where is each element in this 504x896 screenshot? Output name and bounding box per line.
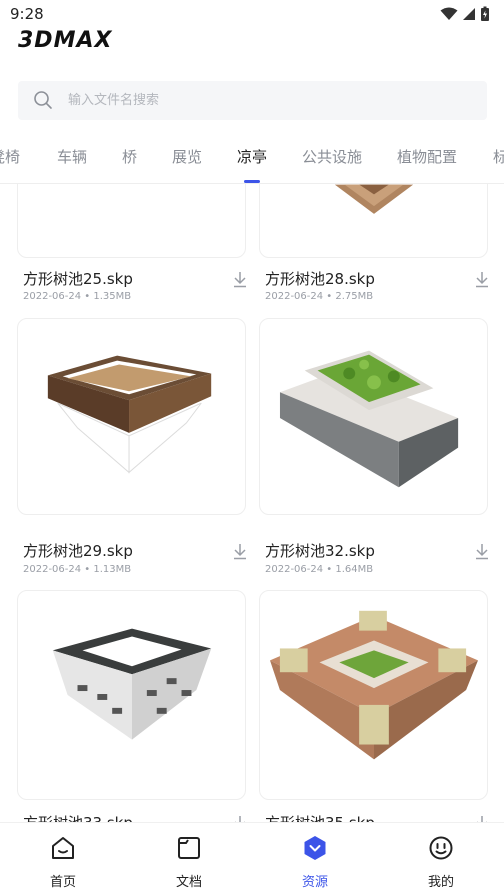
- profile-icon: [429, 836, 453, 860]
- file-card-thumbnail[interactable]: [17, 590, 246, 800]
- file-name[interactable]: 方形树池29.skp: [23, 540, 133, 561]
- nav-profile[interactable]: 我的: [378, 823, 504, 896]
- status-icons: [440, 6, 490, 22]
- search-input[interactable]: [68, 81, 468, 120]
- tab-pavilion[interactable]: 凉亭: [237, 146, 267, 167]
- category-tabs: 凳椅 车辆 桥 展览 凉亭 公共设施 植物配置 标: [0, 132, 504, 184]
- resource-icon: [304, 836, 326, 860]
- tab-plant-configuration[interactable]: 植物配置: [397, 146, 457, 167]
- tree-pool-thumbnail: [52, 628, 212, 740]
- nav-resources[interactable]: 资源: [252, 823, 378, 896]
- nav-home-label: 首页: [49, 875, 76, 890]
- wifi-icon: [440, 7, 458, 20]
- download-icon[interactable]: [232, 542, 248, 560]
- tree-pool-thumbnail: [334, 184, 414, 214]
- file-meta: 2022-06-24 • 1.13MB: [23, 564, 132, 575]
- nav-resources-label: 资源: [301, 875, 328, 890]
- tree-pool-thumbnail: [269, 610, 478, 760]
- tab-exhibition[interactable]: 展览: [172, 146, 202, 167]
- file-meta: 2022-06-24 • 1.35MB: [23, 291, 132, 302]
- file-card-thumbnail[interactable]: [259, 318, 488, 515]
- tab-bench[interactable]: 凳椅: [0, 146, 20, 167]
- app-logo: 3DMAX: [18, 28, 113, 53]
- file-card-thumbnail[interactable]: [259, 590, 488, 800]
- tab-bridge[interactable]: 桥: [122, 146, 137, 167]
- search-icon: [34, 91, 52, 109]
- tab-more[interactable]: 标: [493, 146, 504, 167]
- nav-home[interactable]: 首页: [0, 823, 126, 896]
- download-icon[interactable]: [474, 542, 490, 560]
- signal-icon: [463, 8, 475, 20]
- file-meta: 2022-06-24 • 2.75MB: [265, 291, 374, 302]
- file-card-thumbnail[interactable]: [259, 184, 488, 258]
- file-card-thumbnail[interactable]: [17, 184, 246, 258]
- file-name[interactable]: 方形树池35.skp: [265, 812, 375, 822]
- download-icon[interactable]: [232, 814, 248, 822]
- download-icon[interactable]: [474, 814, 490, 822]
- file-name[interactable]: 方形树池33.skp: [23, 812, 133, 822]
- active-tab-indicator: [244, 180, 260, 183]
- tab-vehicles[interactable]: 车辆: [57, 146, 87, 167]
- tab-public-facilities[interactable]: 公共设施: [302, 146, 362, 167]
- home-icon: [52, 837, 74, 859]
- file-name[interactable]: 方形树池32.skp: [265, 540, 375, 561]
- file-name[interactable]: 方形树池28.skp: [265, 268, 375, 289]
- file-name[interactable]: 方形树池25.skp: [23, 268, 133, 289]
- folder-icon: [178, 837, 200, 859]
- status-bar: 9:28: [0, 0, 504, 28]
- file-card-thumbnail[interactable]: [17, 318, 246, 515]
- tree-pool-thumbnail: [47, 355, 212, 474]
- status-time: 9:28: [10, 5, 44, 23]
- download-icon[interactable]: [474, 270, 490, 288]
- search-bar[interactable]: [18, 81, 487, 120]
- nav-profile-label: 我的: [427, 875, 454, 890]
- file-meta: 2022-06-24 • 1.64MB: [265, 564, 374, 575]
- nav-documents-label: 文档: [175, 875, 202, 890]
- download-icon[interactable]: [232, 270, 248, 288]
- nav-documents[interactable]: 文档: [126, 823, 252, 896]
- bottom-nav: 首页 文档 资源 我的: [0, 822, 504, 896]
- tree-pool-thumbnail: [279, 350, 459, 488]
- file-grid: 方形树池25.skp 2022-06-24 • 1.35MB 方形树池28.sk…: [0, 184, 504, 822]
- battery-icon: [481, 6, 489, 21]
